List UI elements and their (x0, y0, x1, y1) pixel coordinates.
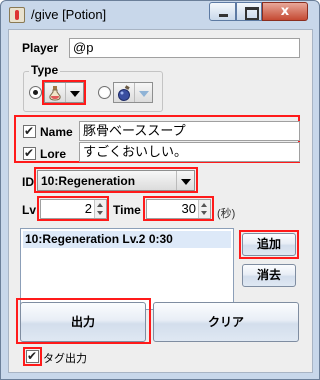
chevron-down-icon (134, 83, 152, 102)
close-icon: x (280, 4, 290, 19)
highlight-tag-output (23, 347, 42, 366)
tag-output-label: タグ出力 (43, 353, 87, 365)
name-label: Name (40, 125, 73, 139)
type-potion-radio[interactable] (29, 86, 42, 99)
highlight-output (16, 298, 151, 344)
app-window: /give [Potion] x Player @p Type ✔ Name 豚… (0, 0, 320, 380)
list-item[interactable]: 10:Regeneration Lv.2 0:30 (23, 231, 231, 248)
type-splash-combo[interactable] (113, 82, 153, 103)
time-label: Time (113, 203, 141, 217)
highlight-id (34, 167, 198, 193)
lore-checkbox[interactable] (23, 145, 36, 161)
type-group-title: Type (29, 63, 61, 77)
type-splash-radio[interactable] (98, 86, 111, 99)
highlight-time (143, 196, 214, 221)
name-checkbox[interactable] (23, 123, 36, 139)
lv-label: Lv (22, 203, 37, 217)
window-title: /give [Potion] (31, 7, 107, 22)
lore-input[interactable]: すごくおいしい。 (79, 142, 300, 162)
minimize-button[interactable] (209, 2, 236, 21)
time-unit-label: (秒) (217, 208, 236, 220)
title-bar[interactable]: /give [Potion] x (1, 1, 319, 29)
player-input[interactable]: @p (69, 38, 300, 58)
delete-button[interactable]: 消去 (242, 264, 296, 287)
name-input[interactable]: 豚骨ベーススープ (79, 121, 300, 141)
maximize-button[interactable] (236, 2, 262, 21)
splash-potion-icon (118, 85, 130, 101)
id-label: ID (22, 175, 34, 189)
dialog-body: Player @p Type Name 豚骨ベ (8, 29, 313, 373)
highlight-lv (37, 196, 109, 221)
highlight-add (239, 230, 299, 259)
close-button[interactable]: x (262, 2, 308, 21)
highlight-type-potion (42, 80, 86, 105)
player-label: Player (22, 41, 59, 55)
lore-label: Lore (40, 147, 67, 161)
app-icon (9, 7, 25, 23)
clear-button[interactable]: クリア (153, 302, 299, 342)
